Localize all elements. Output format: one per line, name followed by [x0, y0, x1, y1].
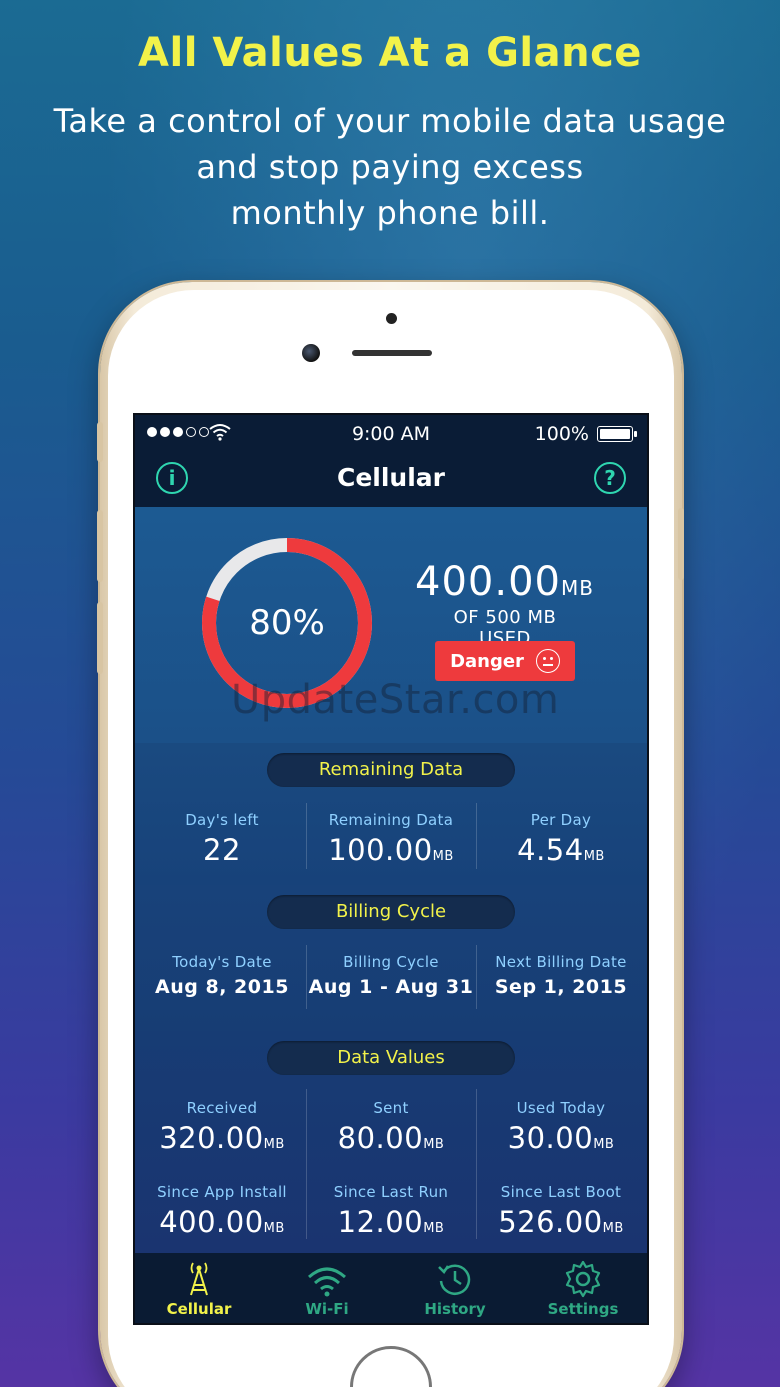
stat-value: 80.00MB	[337, 1121, 445, 1155]
gear-icon	[565, 1260, 601, 1298]
tab-history[interactable]: History	[391, 1253, 519, 1323]
status-badge[interactable]: Danger	[435, 641, 575, 681]
help-icon[interactable]: ?	[594, 462, 626, 494]
stat-value: 12.00MB	[337, 1205, 445, 1239]
tab-label: Wi-Fi	[305, 1300, 349, 1318]
proximity-sensor	[386, 313, 397, 324]
used-unit: MB	[560, 576, 594, 600]
app-screen: 9:00 AM 100% i Cellular ? 80% 400.00MB O…	[133, 413, 649, 1325]
stat-label: Next Billing Date	[495, 953, 627, 971]
battery-icon	[597, 426, 637, 442]
promo-line-1: Take a control of your mobile data usage	[53, 102, 727, 140]
wifi-icon	[308, 1267, 346, 1297]
stat-label: Since Last Boot	[500, 1183, 622, 1201]
stat-label: Day's left	[185, 811, 259, 829]
tab-cellular[interactable]: Cellular	[135, 1253, 263, 1323]
neutral-face-icon	[535, 649, 560, 673]
stat-label: Since Last Run	[333, 1183, 449, 1201]
used-amount: 400.00MB	[415, 559, 594, 605]
volume-up-button	[97, 510, 103, 582]
remaining-data-stat: Remaining Data 100.00MB	[306, 811, 476, 867]
todays-date-stat: Today's Date Aug 8, 2015	[137, 953, 307, 998]
status-bar: 9:00 AM 100%	[135, 415, 647, 453]
since-app-install-stat: Since App Install 400.00MB	[137, 1183, 307, 1239]
stat-label: Remaining Data	[328, 811, 454, 829]
section-title-data-values: Data Values	[267, 1041, 515, 1075]
stat-value: Aug 8, 2015	[155, 976, 289, 998]
promo-headline: All Values At a Glance	[138, 30, 642, 76]
received-stat: Received 320.00MB	[137, 1099, 307, 1155]
stat-value: 22	[203, 833, 241, 867]
usage-percent: 80%	[249, 603, 325, 643]
stat-label: Used Today	[516, 1099, 606, 1117]
history-icon	[438, 1264, 471, 1295]
section-title-remaining: Remaining Data	[267, 753, 515, 787]
tab-label: Cellular	[166, 1300, 232, 1318]
watermark: UpdateStar.com	[231, 677, 560, 723]
promo-line-2: and stop paying excess	[196, 148, 584, 186]
tab-settings[interactable]: Settings	[519, 1253, 647, 1323]
status-label: Danger	[450, 650, 524, 672]
nav-bar: i Cellular ?	[135, 453, 647, 507]
stat-label: Per Day	[530, 811, 592, 829]
data-values-section: Data Values Received 320.00MB Sent 80.00…	[135, 1031, 647, 1253]
page-title: Cellular	[336, 463, 445, 492]
volume-down-button	[97, 602, 103, 674]
used-value: 400.00	[415, 559, 561, 605]
earpiece-speaker	[352, 350, 432, 356]
stat-label: Sent	[373, 1099, 409, 1117]
next-billing-date-stat: Next Billing Date Sep 1, 2015	[476, 953, 646, 998]
cell-tower-icon	[190, 1262, 208, 1296]
front-camera	[302, 344, 320, 362]
stat-value: Aug 1 - Aug 31	[308, 976, 474, 998]
section-title-billing: Billing Cycle	[267, 895, 515, 929]
stat-label: Since App Install	[157, 1183, 287, 1201]
stat-value: 526.00MB	[498, 1205, 624, 1239]
stat-label: Today's Date	[172, 953, 272, 971]
usage-summary: 80% 400.00MB OF 500 MB USED Danger Updat…	[135, 507, 647, 743]
days-left-stat: Day's left 22	[137, 811, 307, 867]
mute-switch	[97, 422, 103, 462]
tab-label: History	[424, 1300, 486, 1318]
since-last-run-stat: Since Last Run 12.00MB	[306, 1183, 476, 1239]
stat-value: 100.00MB	[328, 833, 454, 867]
stat-value: 4.54MB	[517, 833, 605, 867]
power-button	[678, 508, 684, 580]
used-today-stat: Used Today 30.00MB	[476, 1099, 646, 1155]
stat-label: Billing Cycle	[343, 953, 439, 971]
tab-label: Settings	[547, 1300, 619, 1318]
sent-stat: Sent 80.00MB	[306, 1099, 476, 1155]
stat-value: 320.00MB	[159, 1121, 285, 1155]
tab-bar: Cellular Wi-Fi History Settings	[135, 1253, 647, 1323]
since-last-boot-stat: Since Last Boot 526.00MB	[476, 1183, 646, 1239]
stat-value: 30.00MB	[507, 1121, 615, 1155]
per-day-stat: Per Day 4.54MB	[476, 811, 646, 867]
billing-cycle-section: Billing Cycle Today's Date Aug 8, 2015 B…	[135, 885, 647, 1031]
battery-percent: 100%	[534, 423, 589, 445]
billing-cycle-stat: Billing Cycle Aug 1 - Aug 31	[306, 953, 476, 998]
stat-value: Sep 1, 2015	[494, 976, 628, 998]
remaining-data-section: Remaining Data Day's left 22 Remaining D…	[135, 743, 647, 885]
tab-wifi[interactable]: Wi-Fi	[263, 1253, 391, 1323]
stat-value: 400.00MB	[159, 1205, 285, 1239]
stat-label: Received	[186, 1099, 258, 1117]
promo-line-3: monthly phone bill.	[230, 194, 550, 232]
promo-subtitle: Take a control of your mobile data usage…	[40, 98, 740, 236]
